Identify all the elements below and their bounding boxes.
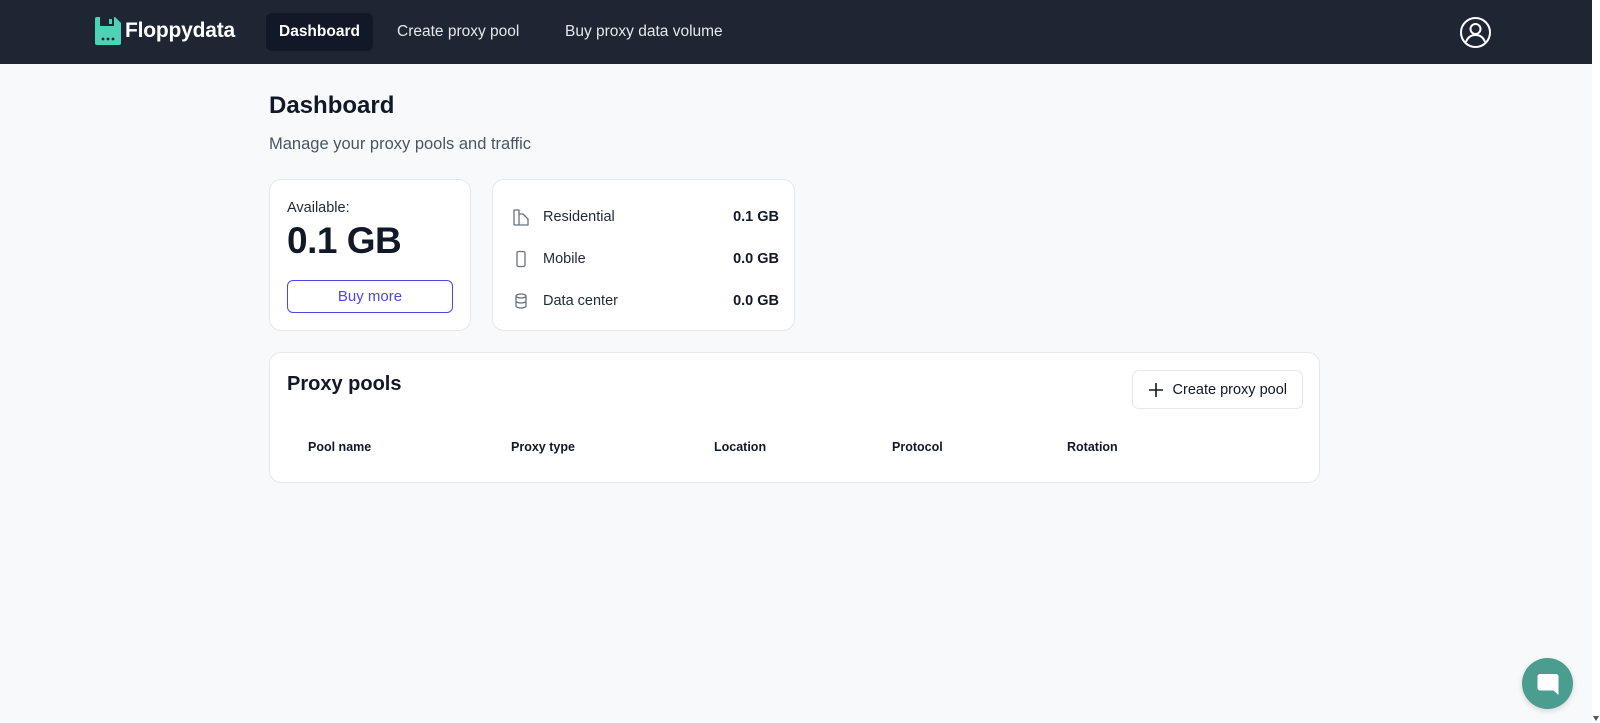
column-header-protocol: Protocol xyxy=(892,440,943,454)
column-header-proxy-type: Proxy type xyxy=(511,440,575,454)
traffic-type-value: 0.0 GB xyxy=(733,293,779,309)
mobile-icon xyxy=(511,249,531,269)
building-icon xyxy=(511,207,531,227)
traffic-row-data-center: Data center 0.0 GB xyxy=(511,289,779,313)
column-header-location: Location xyxy=(714,440,767,454)
traffic-type-value: 0.0 GB xyxy=(733,251,779,267)
traffic-type-label: Mobile xyxy=(543,251,586,267)
page-title: Dashboard xyxy=(269,92,395,119)
traffic-type-label: Data center xyxy=(543,293,618,309)
nav-buy-proxy-data-volume[interactable]: Buy proxy data volume xyxy=(552,13,736,51)
available-traffic-card: Available: 0.1 GB Buy more xyxy=(269,179,471,331)
floppy-disk-icon xyxy=(95,17,121,45)
brand-logo[interactable]: Floppydata xyxy=(95,17,235,45)
traffic-by-type-card: Residential 0.1 GB Mobile 0.0 GB Data ce… xyxy=(492,179,795,331)
buy-more-button[interactable]: Buy more xyxy=(287,280,453,313)
proxy-pools-title: Proxy pools xyxy=(287,373,402,395)
available-label: Available: xyxy=(287,200,350,216)
column-header-pool-name: Pool name xyxy=(308,440,372,454)
column-header-rotation: Rotation xyxy=(1067,440,1118,454)
user-account-icon[interactable] xyxy=(1459,16,1492,49)
traffic-row-residential: Residential 0.1 GB xyxy=(511,205,779,229)
scroll-down-arrow-icon[interactable] xyxy=(1593,716,1599,721)
chat-icon xyxy=(1537,673,1558,695)
create-proxy-pool-button[interactable]: Create proxy pool xyxy=(1131,370,1303,409)
traffic-type-value: 0.1 GB xyxy=(733,209,779,225)
page-scrollbar[interactable] xyxy=(1592,0,1600,723)
nav-create-proxy-pool[interactable]: Create proxy pool xyxy=(384,13,532,51)
brand-name: Floppydata xyxy=(125,19,236,42)
create-proxy-pool-label: Create proxy pool xyxy=(1172,381,1287,398)
traffic-row-mobile: Mobile 0.0 GB xyxy=(511,247,779,271)
traffic-type-label: Residential xyxy=(543,209,615,225)
chat-widget-button[interactable] xyxy=(1522,658,1573,709)
available-value: 0.1 GB xyxy=(287,220,402,261)
nav-dashboard[interactable]: Dashboard xyxy=(266,13,373,51)
page-subtitle: Manage your proxy pools and traffic xyxy=(269,135,532,153)
database-icon xyxy=(511,291,531,311)
proxy-pools-card: Proxy pools Create proxy pool Pool name … xyxy=(269,352,1320,483)
top-navbar: Floppydata Dashboard Create proxy pool B… xyxy=(0,0,1592,64)
plus-icon xyxy=(1148,382,1163,397)
